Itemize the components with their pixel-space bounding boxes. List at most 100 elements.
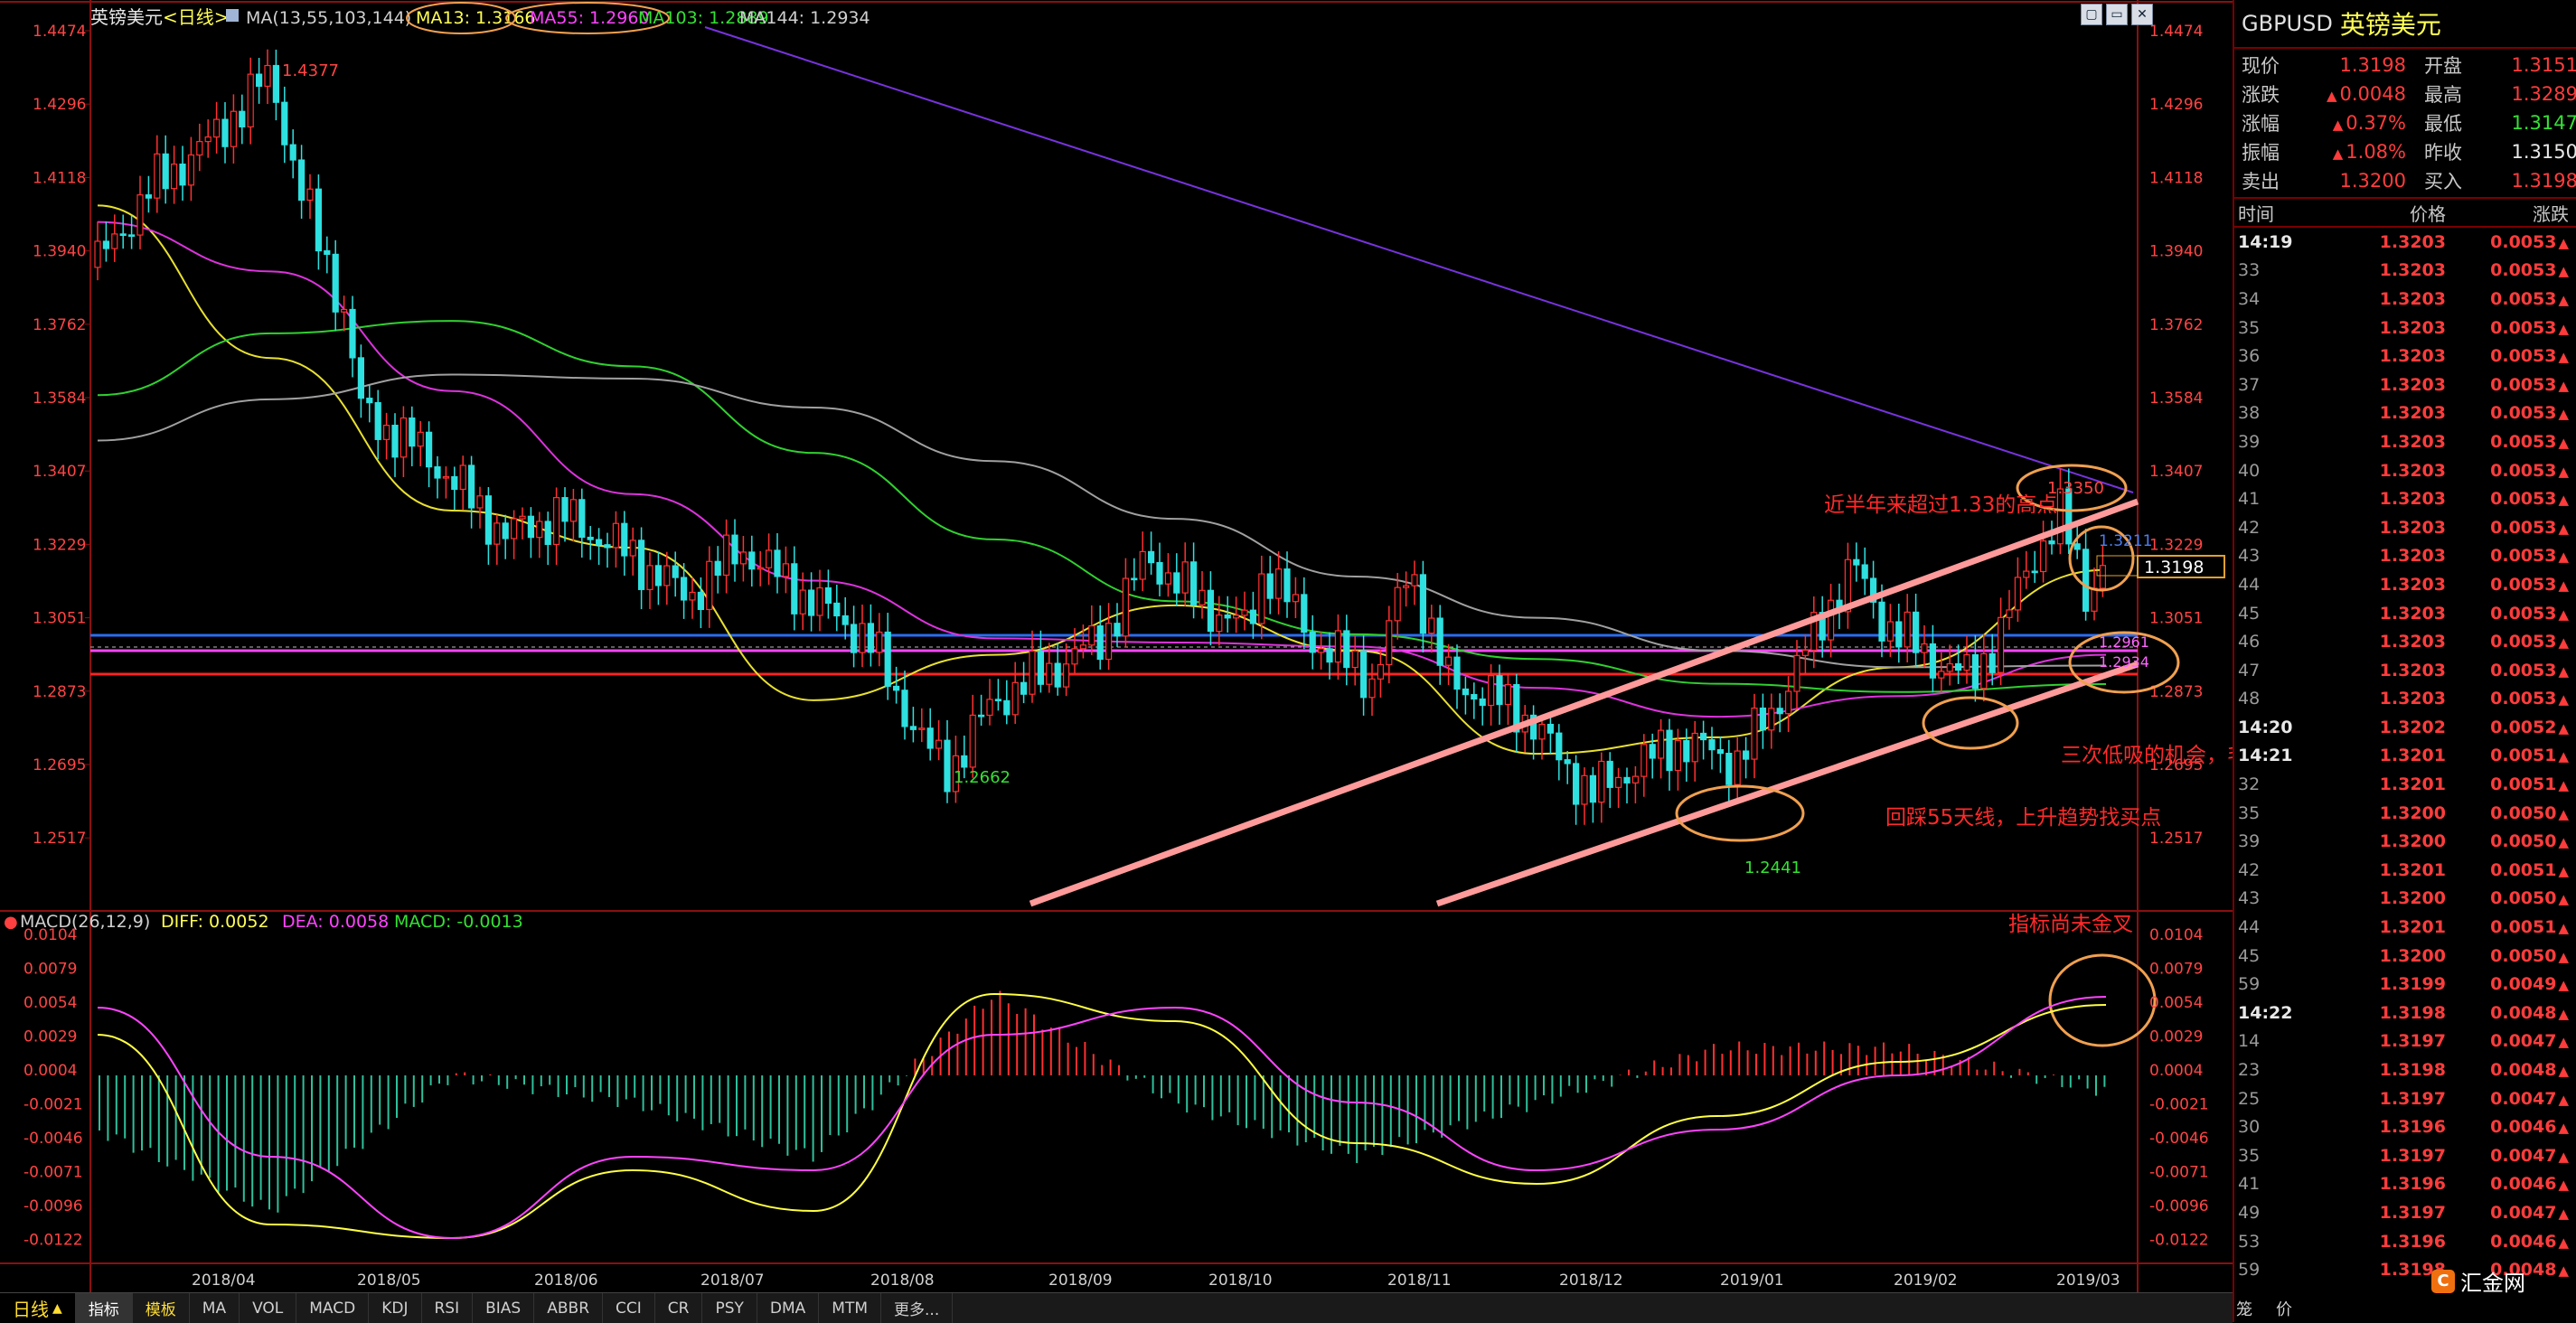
arrow-up-icon: ▲ <box>2558 1034 2569 1051</box>
candle-body <box>926 727 934 749</box>
macd-tick-right: -0.0046 <box>2149 1130 2209 1148</box>
tick-price: 1.3203 <box>2379 632 2446 652</box>
indicator-tab[interactable]: RSI <box>422 1293 474 1323</box>
indicator-tab[interactable]: MTM <box>819 1293 882 1323</box>
caret-up-icon: ▲ <box>52 1300 62 1316</box>
candle-body <box>561 497 569 522</box>
candle-body <box>1631 775 1640 783</box>
indicator-tab[interactable]: KDJ <box>369 1293 422 1323</box>
tick-row: 49 1.3197 0.0047 ▲ <box>2234 1198 2576 1227</box>
tick-time: 36 <box>2238 346 2261 367</box>
price-tick-left: 1.4474 <box>33 23 86 41</box>
quote-label: 最低 <box>2424 113 2462 135</box>
indicator-tab[interactable]: PSY <box>702 1293 757 1323</box>
candle-body <box>1105 623 1113 661</box>
macd-tick-right: 0.0029 <box>2149 1028 2203 1046</box>
macd-collapse-icon[interactable]: ● <box>4 913 18 932</box>
candle-body <box>1343 630 1350 669</box>
indicator-tab[interactable]: ABBR <box>534 1293 604 1323</box>
candle-body <box>1428 617 1435 634</box>
candle-body <box>1955 662 1962 671</box>
label-low1: 1.2662 <box>954 768 1011 787</box>
minimize-window-button[interactable]: ▭ <box>2106 4 2128 25</box>
candle-body <box>221 118 229 147</box>
macd-tick-right: 0.0104 <box>2149 926 2203 944</box>
arrow-up-icon: ▲ <box>2558 891 2569 908</box>
candle-body <box>391 425 399 458</box>
indicator-tab[interactable]: BIAS <box>473 1293 535 1323</box>
settings-icon[interactable] <box>226 9 239 22</box>
quote-row: 卖出 1.3200 买入 1.3198 <box>2234 166 2576 195</box>
candle-body <box>1572 763 1580 805</box>
panel-footer-right[interactable]: 价 <box>2276 1297 2292 1320</box>
header-time: 时间 <box>2238 202 2274 225</box>
candle-body <box>519 515 526 520</box>
indicator-tab[interactable]: CR <box>655 1293 703 1323</box>
candle-body <box>1326 648 1333 663</box>
arrow-up-icon: ▲ <box>2558 662 2569 680</box>
macd-diff: DIFF: 0.0052 <box>161 912 269 932</box>
candle-body <box>1292 594 1300 603</box>
quote-value: 1.3151 <box>2511 54 2576 76</box>
arrow-up-icon: ▲ <box>2326 88 2337 104</box>
candle-body <box>111 233 118 249</box>
kline-chart[interactable]: 英镑美元<日线> MA(13,55,103,144) MA13: 1.3166 … <box>0 0 2233 1322</box>
candle-body <box>1564 759 1571 765</box>
candle-body <box>1241 609 1248 616</box>
candle-body <box>1402 585 1410 588</box>
candle-body <box>536 521 543 539</box>
indicator-tab[interactable]: 模板 <box>133 1293 190 1323</box>
indicator-tab[interactable]: 更多... <box>881 1293 954 1323</box>
price-tick-right: 1.3762 <box>2149 316 2203 334</box>
candle-body <box>1368 678 1376 699</box>
arrow-up-icon: ▲ <box>2558 234 2569 251</box>
candle-body <box>332 253 339 313</box>
tick-change: 0.0053 ▲ <box>2490 632 2569 652</box>
tick-price: 1.3203 <box>2379 460 2446 481</box>
tick-row: 14:21 1.3201 0.0051 ▲ <box>2234 742 2576 771</box>
tick-row: 53 1.3196 0.0046 ▲ <box>2234 1227 2576 1256</box>
candle-body <box>944 739 951 793</box>
period-tab[interactable]: 日线 ▲ <box>0 1293 76 1323</box>
tick-row: 35 1.3197 0.0047 ▲ <box>2234 1141 2576 1170</box>
candle-body <box>1946 662 1953 672</box>
candle-body <box>1156 561 1163 585</box>
tick-price: 1.3196 <box>2379 1117 2446 1138</box>
tick-change: 0.0048 ▲ <box>2490 1060 2569 1081</box>
quote-label: 振幅 <box>2242 142 2280 164</box>
tick-price: 1.3203 <box>2379 231 2446 252</box>
tick-time: 43 <box>2238 888 2261 909</box>
close-window-button[interactable]: ✕ <box>2131 4 2153 25</box>
indicator-tab[interactable]: MA <box>190 1293 240 1323</box>
indicator-tab[interactable]: MACD <box>296 1293 370 1323</box>
candle-body <box>119 233 127 237</box>
candle-body <box>1122 577 1130 637</box>
tick-price: 1.3197 <box>2379 1088 2446 1109</box>
indicator-tab[interactable]: VOL <box>240 1293 297 1323</box>
indicator-tab[interactable]: DMA <box>757 1293 820 1323</box>
candle-body <box>1436 617 1443 666</box>
indicator-tab[interactable]: CCI <box>603 1293 655 1323</box>
indicator-tab[interactable]: 指标 <box>75 1293 133 1323</box>
candle-body <box>578 499 586 539</box>
quote-row: 涨幅 ▲ 0.37% 最低 1.3147 <box>2234 108 2576 137</box>
candle-body <box>230 110 237 147</box>
restore-window-button[interactable]: ▢ <box>2081 4 2102 25</box>
quote-value: 1.3147 <box>2511 112 2576 134</box>
indicator-tab-bar: 日线 ▲ 指标 模板 MA VOL MACD KDJ RSI BIAS ABBR CCI CR PSY D… <box>0 1292 2233 1323</box>
panel-footer-left[interactable]: 笼 <box>2236 1297 2252 1320</box>
candle-body <box>935 739 943 749</box>
annotation-note1: 近半年来超过1.33的高点 <box>1824 493 2057 517</box>
candle-body <box>1768 708 1775 731</box>
candle-body <box>2040 540 2047 573</box>
candle-body <box>1827 599 1835 641</box>
date-tick: 2018/08 <box>870 1271 935 1290</box>
price-tick-right: 1.3407 <box>2149 463 2203 481</box>
candle-body <box>434 466 441 479</box>
tick-change: 0.0053 ▲ <box>2490 374 2569 395</box>
tick-change: 0.0053 ▲ <box>2490 689 2569 709</box>
tick-price: 1.3203 <box>2379 346 2446 367</box>
tick-time: 42 <box>2238 859 2261 880</box>
tick-list[interactable]: 14:19 1.3203 0.0053 ▲ 33 1.3203 0.0053 ▲ 34 1.320… <box>2234 228 2576 1284</box>
watermark-logo-icon: C <box>2431 1269 2455 1293</box>
